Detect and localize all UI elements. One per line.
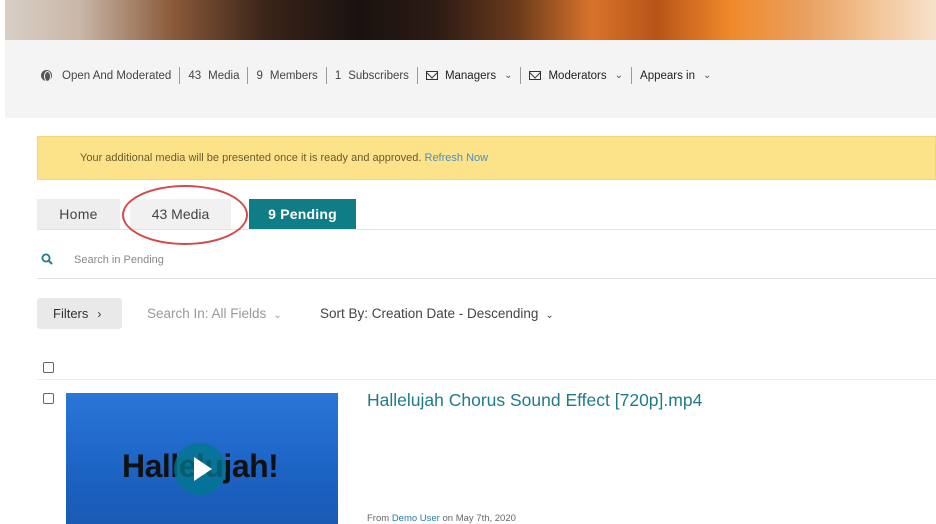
channel-details: Open And Moderated 43 Media 9 Members 1 … [41, 67, 711, 84]
members-count: 9 [256, 69, 263, 82]
pending-alert: Your additional media will be presented … [37, 136, 936, 180]
channel-banner [5, 0, 936, 40]
envelope-icon [425, 71, 438, 80]
divider [179, 67, 181, 84]
media-count: 43 [188, 69, 202, 82]
alert-message: Your additional media will be presented … [80, 152, 422, 164]
media-owner-link[interactable]: Demo User [392, 513, 440, 524]
chevron-down-icon: ⌄ [273, 310, 282, 321]
chevron-down-icon: ⌄ [545, 310, 554, 321]
media-thumbnail[interactable]: Hallelujah! [66, 393, 338, 524]
chevron-down-icon: ⌄ [614, 70, 624, 81]
from-label: From [367, 513, 390, 524]
managers-label: Managers [444, 69, 497, 82]
divider [520, 67, 522, 84]
search-icon[interactable] [41, 253, 53, 265]
chevron-down-icon: ⌄ [703, 70, 712, 81]
members-label: Members [269, 69, 318, 82]
media-title-link[interactable]: Hallelujah Chorus Sound Effect [720p].mp… [367, 390, 702, 411]
play-icon[interactable] [174, 443, 226, 495]
sort-by-label: Sort By: Creation Date - Descending [320, 306, 539, 321]
tab-home[interactable]: Home [37, 199, 120, 229]
divider [631, 67, 633, 84]
divider [247, 67, 249, 84]
channel-info-bar: Open And Moderated 43 Media 9 Members 1 … [5, 40, 936, 118]
moderators-label: Moderators [548, 69, 607, 82]
access-type: Open And Moderated [62, 69, 172, 82]
search-in-dropdown[interactable]: Search In: All Fields ⌄ [147, 306, 282, 321]
media-checkbox[interactable] [43, 393, 54, 404]
sort-by-dropdown[interactable]: Sort By: Creation Date - Descending ⌄ [320, 306, 554, 321]
annotation-circle [122, 185, 248, 245]
chevron-right-icon: › [97, 306, 102, 321]
chevron-down-icon: ⌄ [504, 70, 513, 81]
divider [325, 67, 327, 84]
divider [416, 67, 418, 84]
search-input[interactable] [74, 251, 474, 269]
tab-pending[interactable]: 9 Pending [249, 199, 356, 229]
media-meta: From Demo User on May 7th, 2020 [367, 513, 516, 524]
moderators-dropdown[interactable]: Moderators ⌄ [529, 70, 623, 82]
subscribers-label: Subscribers [348, 69, 409, 82]
filters-button[interactable]: Filters › [37, 298, 122, 329]
subscribers-count: 1 [334, 69, 342, 82]
appears-in-dropdown[interactable]: Appears in ⌄ [640, 70, 711, 82]
alert-text: Your additional media will be presented … [80, 152, 488, 164]
media-date: on May 7th, 2020 [442, 513, 516, 524]
filters-label: Filters [53, 306, 89, 321]
search-bar [37, 241, 936, 279]
appears-in-label: Appears in [640, 69, 696, 82]
divider [37, 379, 936, 380]
envelope-icon [529, 71, 542, 80]
search-in-label: Search In: All Fields [147, 306, 267, 321]
globe-icon [41, 70, 52, 82]
select-all-checkbox[interactable] [43, 362, 54, 373]
media-label: Media [208, 69, 240, 82]
managers-dropdown[interactable]: Managers ⌄ [425, 69, 513, 82]
refresh-now-link[interactable]: Refresh Now [425, 152, 489, 164]
